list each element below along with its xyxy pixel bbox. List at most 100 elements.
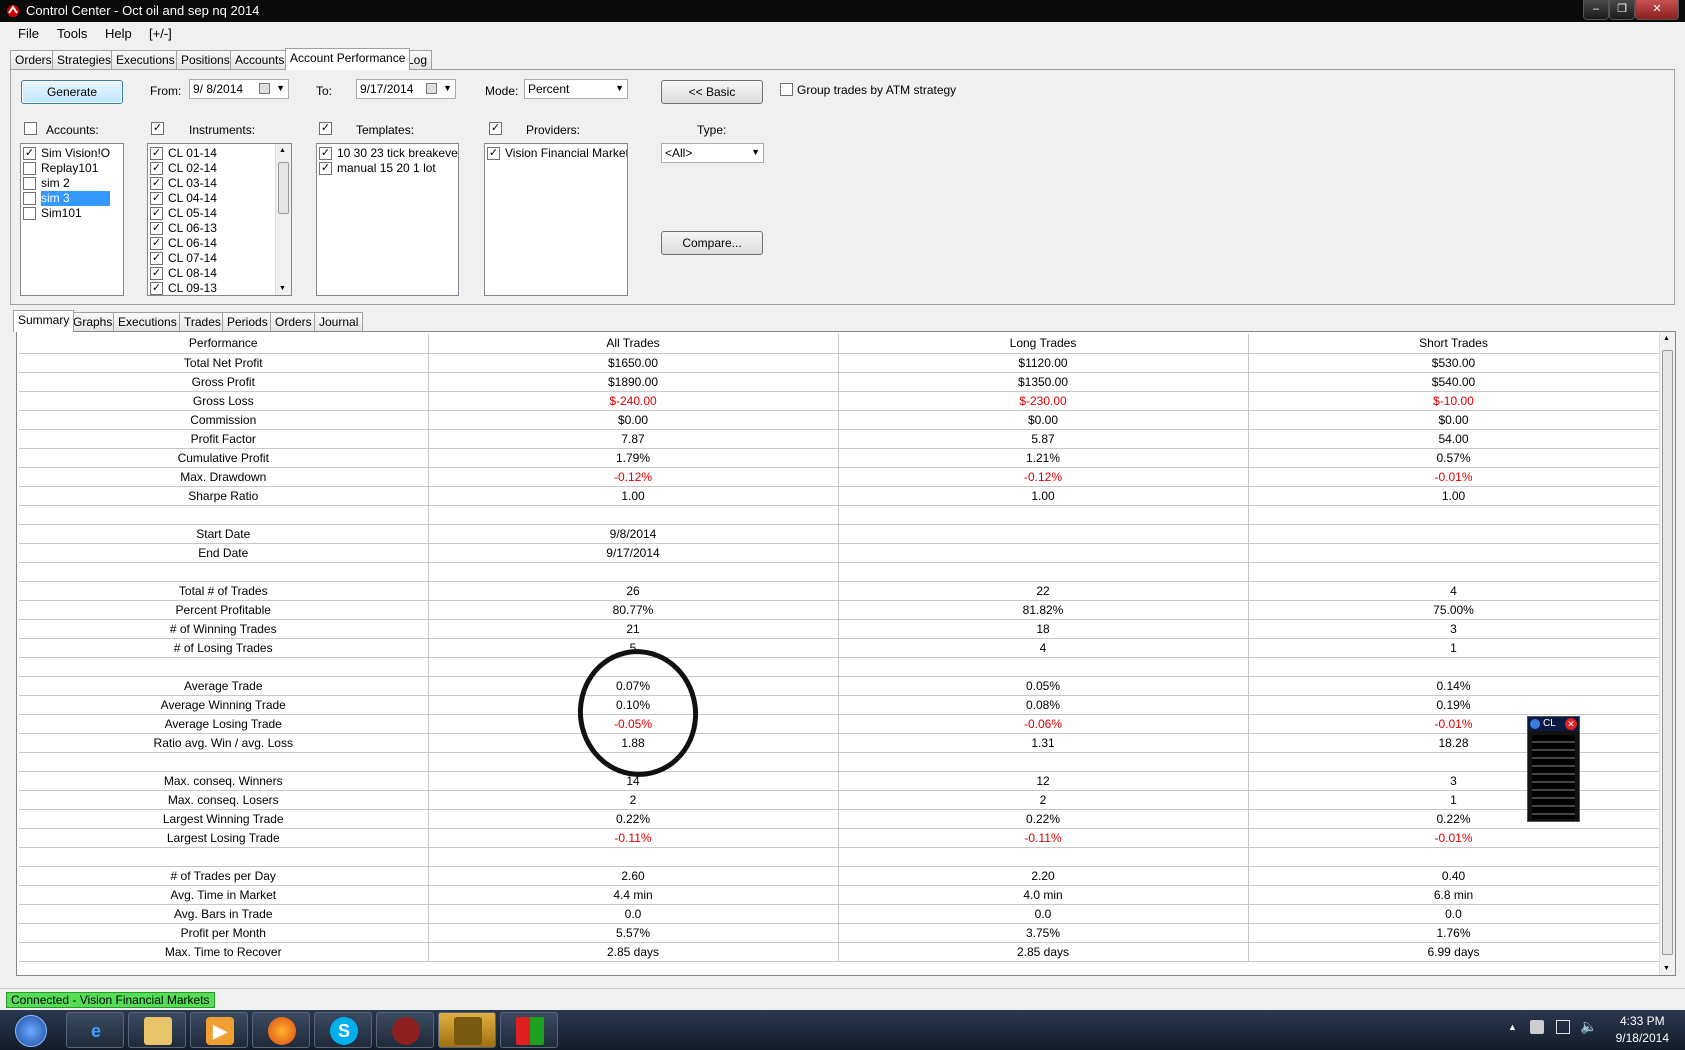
templates-all-checkbox[interactable]: ✓	[319, 122, 332, 135]
chevron-down-icon[interactable]: ▼	[751, 147, 760, 157]
close-window-button[interactable]: ✕	[1635, 0, 1679, 20]
chevron-down-icon[interactable]: ▼	[615, 83, 624, 93]
from-label: From:	[150, 84, 182, 98]
type-select[interactable]: <All> ▼	[661, 143, 764, 163]
metric-label: Max. conseq. Losers	[19, 790, 429, 810]
checkbox[interactable]	[23, 192, 36, 205]
system-clock[interactable]: 4:33 PM 9/18/2014	[1616, 1013, 1669, 1047]
metric-label	[19, 847, 429, 867]
tab-account-performance[interactable]: Account Performance	[285, 48, 411, 70]
instruments-scrollbar[interactable]: ▲ ▼	[275, 144, 291, 295]
checkbox[interactable]: ✓	[487, 147, 500, 160]
tab-journal[interactable]: Journal	[314, 312, 364, 331]
mode-select[interactable]: Percent ▼	[524, 79, 628, 99]
taskbar-app-active[interactable]	[438, 1012, 496, 1048]
menu-tools[interactable]: Tools	[57, 26, 87, 41]
taskbar-app[interactable]	[500, 1012, 558, 1048]
from-date-field[interactable]: 9/ 8/2014 ▼	[189, 79, 289, 99]
scroll-up-icon[interactable]: ▲	[279, 147, 286, 154]
windows-logo-icon	[15, 1015, 47, 1047]
network-icon[interactable]	[1556, 1020, 1570, 1034]
chevron-down-icon[interactable]: ▼	[443, 83, 452, 93]
start-button[interactable]	[6, 1012, 56, 1048]
instruments-list[interactable]: ✓ CL 01-14 ✓ CL 02-14 ✓ CL 03-14 ✓ CL 04-14 …	[147, 143, 292, 296]
tab-executions[interactable]: Executions	[113, 312, 182, 331]
menu-help[interactable]: Help	[105, 26, 132, 41]
checkbox[interactable]: ✓	[150, 192, 163, 205]
checkbox[interactable]: ✓	[319, 162, 332, 175]
taskbar-ie[interactable]: e	[66, 1012, 124, 1048]
chevron-down-icon[interactable]: ▼	[276, 83, 285, 93]
calendar-icon[interactable]	[426, 83, 437, 94]
show-hidden-icons-icon[interactable]: ▲	[1508, 1022, 1517, 1032]
column-header[interactable]: Long Trades	[838, 334, 1249, 354]
tab-trades[interactable]: Trades	[179, 312, 226, 331]
basic-button[interactable]: << Basic	[661, 80, 763, 104]
compare-button[interactable]: Compare...	[661, 231, 763, 255]
menu-expand[interactable]: [+/-]	[149, 26, 172, 41]
checkbox[interactable]: ✓	[150, 177, 163, 190]
taskbar-explorer[interactable]	[128, 1012, 186, 1048]
instruments-all-checkbox[interactable]: ✓	[151, 122, 164, 135]
tab-accounts[interactable]: Accounts	[230, 50, 290, 69]
column-header[interactable]: All Trades	[428, 334, 839, 354]
templates-list[interactable]: ✓ 10 30 23 tick breakeven ✓ manual 15 20 1…	[316, 143, 459, 296]
checkbox[interactable]: ✓	[150, 162, 163, 175]
calendar-icon[interactable]	[259, 83, 270, 94]
taskbar-firefox[interactable]	[252, 1012, 310, 1048]
to-date-field[interactable]: 9/17/2014 ▼	[356, 79, 456, 99]
tab-orders[interactable]: Orders	[270, 312, 317, 331]
table-row: # of Losing Trades 5 4 1	[19, 638, 1660, 658]
metric-value: 0.14%	[1248, 676, 1660, 696]
menu-file[interactable]: File	[18, 26, 39, 41]
scrollbar-thumb[interactable]	[1662, 350, 1673, 955]
metric-value: 0.08%	[838, 695, 1249, 715]
providers-list[interactable]: ✓ Vision Financial Markets	[484, 143, 628, 296]
tab-graphs[interactable]: Graphs	[68, 312, 118, 331]
taskbar-skype[interactable]: S	[314, 1012, 372, 1048]
checkbox[interactable]: ✓	[150, 207, 163, 220]
tab-executions[interactable]: Executions	[111, 50, 180, 69]
checkbox[interactable]: ✓	[150, 222, 163, 235]
group-trades-checkbox[interactable]	[780, 83, 793, 96]
mini-window-titlebar[interactable]: CL ✕	[1528, 717, 1579, 731]
checkbox[interactable]	[23, 177, 36, 190]
table-row: Max. Drawdown -0.12% -0.12% -0.01%	[19, 467, 1660, 487]
minimize-button[interactable]: –	[1583, 0, 1609, 20]
tab-periods[interactable]: Periods	[222, 312, 273, 331]
taskbar-ninjatrader[interactable]	[376, 1012, 434, 1048]
action-center-flag-icon[interactable]	[1530, 1020, 1544, 1034]
metric-value: $1890.00	[428, 372, 839, 392]
checkbox[interactable]: ✓	[23, 147, 36, 160]
column-header[interactable]: Short Trades	[1248, 334, 1660, 354]
metric-label: Average Trade	[19, 676, 429, 696]
generate-button[interactable]: Generate	[21, 80, 123, 104]
checkbox[interactable]: ✓	[319, 147, 332, 160]
checkbox[interactable]: ✓	[150, 282, 163, 295]
taskbar-media-player[interactable]: ▶	[190, 1012, 248, 1048]
checkbox[interactable]: ✓	[150, 252, 163, 265]
column-header[interactable]: Performance	[19, 334, 429, 354]
scroll-down-icon[interactable]: ▼	[1663, 965, 1670, 972]
tab-summary[interactable]: Summary	[13, 310, 75, 332]
checkbox[interactable]: ✓	[150, 237, 163, 250]
scroll-up-icon[interactable]: ▲	[1663, 335, 1670, 342]
tab-orders[interactable]: Orders	[10, 50, 57, 69]
scroll-down-icon[interactable]: ▼	[279, 285, 286, 292]
accounts-all-checkbox[interactable]	[24, 122, 37, 135]
tab-positions[interactable]: Positions	[176, 50, 235, 69]
checkbox[interactable]: ✓	[150, 147, 163, 160]
mini-chart-window[interactable]: CL ✕	[1527, 716, 1580, 822]
volume-icon[interactable]: 🔈	[1580, 1018, 1597, 1035]
checkbox[interactable]	[23, 162, 36, 175]
close-icon[interactable]: ✕	[1565, 718, 1577, 730]
metric-value: 75.00%	[1248, 600, 1660, 620]
checkbox[interactable]: ✓	[150, 267, 163, 280]
maximize-button[interactable]: ❐	[1609, 0, 1635, 20]
providers-all-checkbox[interactable]: ✓	[489, 122, 502, 135]
tab-strategies[interactable]: Strategies	[52, 50, 117, 69]
grid-scrollbar[interactable]: ▲ ▼	[1659, 332, 1675, 975]
scrollbar-thumb[interactable]	[278, 162, 289, 214]
accounts-list[interactable]: ✓ Sim Vision!O Replay101 sim 2 sim 3 Sim1…	[20, 143, 124, 296]
checkbox[interactable]	[23, 207, 36, 220]
